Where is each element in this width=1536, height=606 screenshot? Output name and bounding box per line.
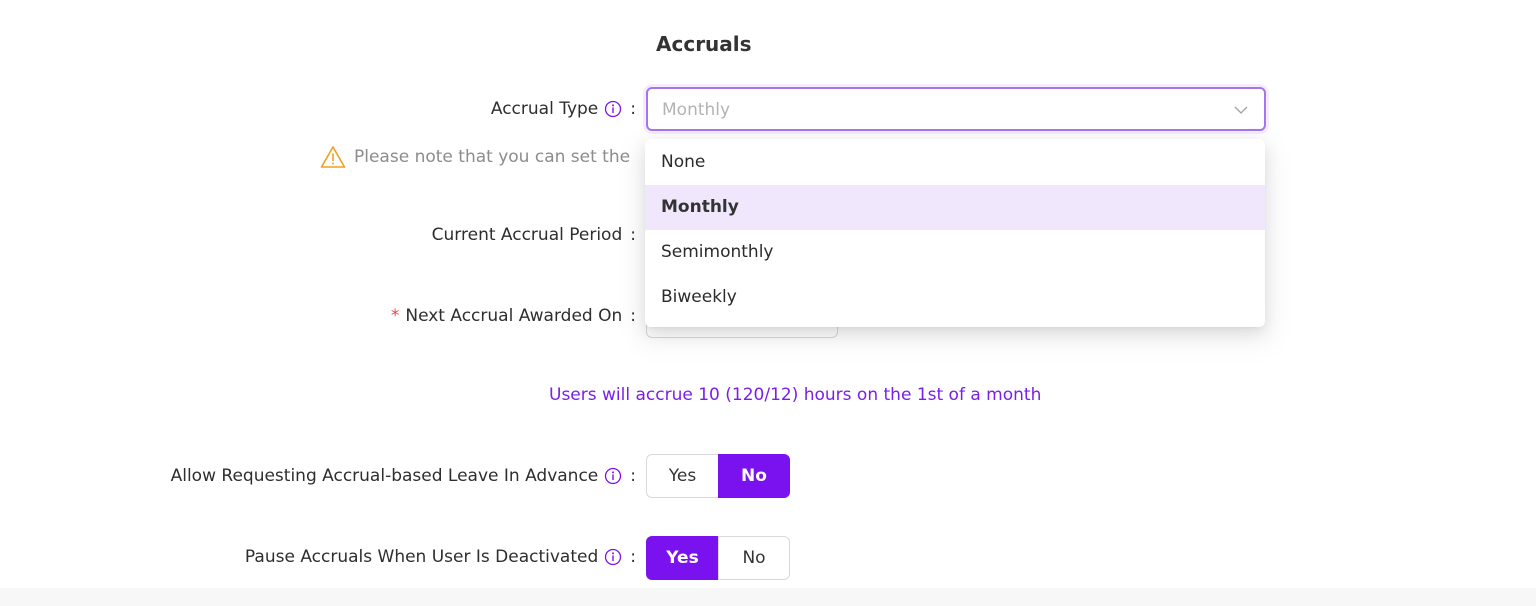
footer-band [0, 588, 1536, 606]
accrual-type-dropdown: None Monthly Semimonthly Biweekly [645, 139, 1265, 327]
option-none[interactable]: None [645, 140, 1265, 185]
accrual-summary-note: Users will accrue 10 (120/12) hours on t… [549, 385, 1042, 405]
advance-leave-yes-button[interactable]: Yes [646, 454, 718, 498]
pause-accruals-yes-button[interactable]: Yes [646, 536, 718, 580]
required-mark: * [390, 306, 400, 326]
chevron-down-icon [1234, 106, 1248, 114]
warning-icon [320, 146, 346, 168]
info-icon[interactable] [604, 548, 622, 566]
advance-leave-toggle: Yes No [646, 454, 790, 498]
pause-accruals-label: Pause Accruals When User Is Deactivated … [244, 547, 636, 567]
info-icon[interactable] [604, 467, 622, 485]
accrual-type-select[interactable]: Monthly [646, 87, 1266, 131]
pause-accruals-no-button[interactable]: No [718, 536, 790, 580]
option-semimonthly[interactable]: Semimonthly [645, 230, 1265, 275]
accrual-type-label: Accrual Type : [490, 99, 636, 119]
advance-leave-no-button[interactable]: No [718, 454, 790, 498]
current-accrual-period-label: Current Accrual Period : [431, 225, 636, 245]
option-monthly[interactable]: Monthly [645, 185, 1265, 230]
info-icon[interactable] [604, 100, 622, 118]
pause-accruals-toggle: Yes No [646, 536, 790, 580]
section-title: Accruals [656, 32, 752, 56]
advance-leave-label: Allow Requesting Accrual-based Leave In … [170, 466, 636, 486]
option-biweekly[interactable]: Biweekly [645, 275, 1265, 320]
accrual-type-value: Monthly [662, 100, 731, 120]
accrual-warning: Please note that you can set the [320, 145, 630, 169]
next-accrual-awarded-label: * Next Accrual Awarded On : [390, 306, 636, 326]
